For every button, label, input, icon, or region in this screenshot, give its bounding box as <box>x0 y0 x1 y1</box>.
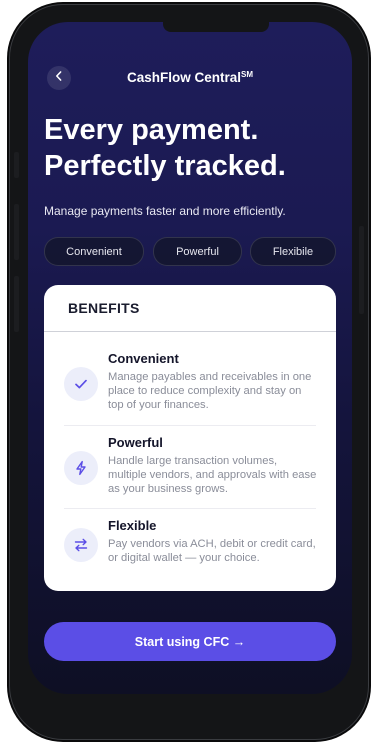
home-indicator <box>132 680 248 684</box>
page-subtitle: Manage payments faster and more efficien… <box>44 204 286 218</box>
chip-convenient[interactable]: Convenient <box>44 237 144 266</box>
benefit-title: Flexible <box>108 518 157 533</box>
page-headline: Every payment. Perfectly tracked. <box>44 112 344 184</box>
volume-down-button <box>14 276 19 332</box>
divider <box>64 508 316 509</box>
service-mark: SM <box>241 70 254 79</box>
swap-arrows-icon <box>64 528 98 562</box>
divider <box>64 425 316 426</box>
chip-flexible[interactable]: Flexibile <box>250 237 336 266</box>
start-using-cfc-button[interactable]: Start using CFC → <box>44 622 336 661</box>
benefit-description: Manage payables and receivables in one p… <box>108 371 312 411</box>
benefits-heading: BENEFITS <box>44 285 336 332</box>
feature-chips: Convenient Powerful Flexibile <box>44 237 336 266</box>
check-icon <box>64 367 98 401</box>
benefit-description: Pay vendors via ACH, debit or credit car… <box>108 538 316 564</box>
volume-up-button <box>14 204 19 260</box>
power-button <box>359 226 364 314</box>
mute-switch <box>14 152 19 178</box>
benefits-card: BENEFITS Convenient Manage payables and … <box>44 285 336 591</box>
speaker-notch <box>163 22 269 32</box>
benefit-title: Powerful <box>108 435 163 450</box>
headline-line-1: Every payment. <box>44 114 259 146</box>
chip-powerful[interactable]: Powerful <box>153 237 242 266</box>
app-screen: CashFlow CentralSM Every payment. Perfec… <box>28 22 352 694</box>
benefit-title: Convenient <box>108 351 179 366</box>
lightning-icon <box>64 451 98 485</box>
app-title-text: CashFlow Central <box>126 70 242 85</box>
benefit-description: Handle large transaction volumes, multip… <box>108 455 317 495</box>
headline-line-2: Perfectly tracked. <box>44 150 286 182</box>
app-title: CashFlow CentralSM <box>28 70 352 85</box>
